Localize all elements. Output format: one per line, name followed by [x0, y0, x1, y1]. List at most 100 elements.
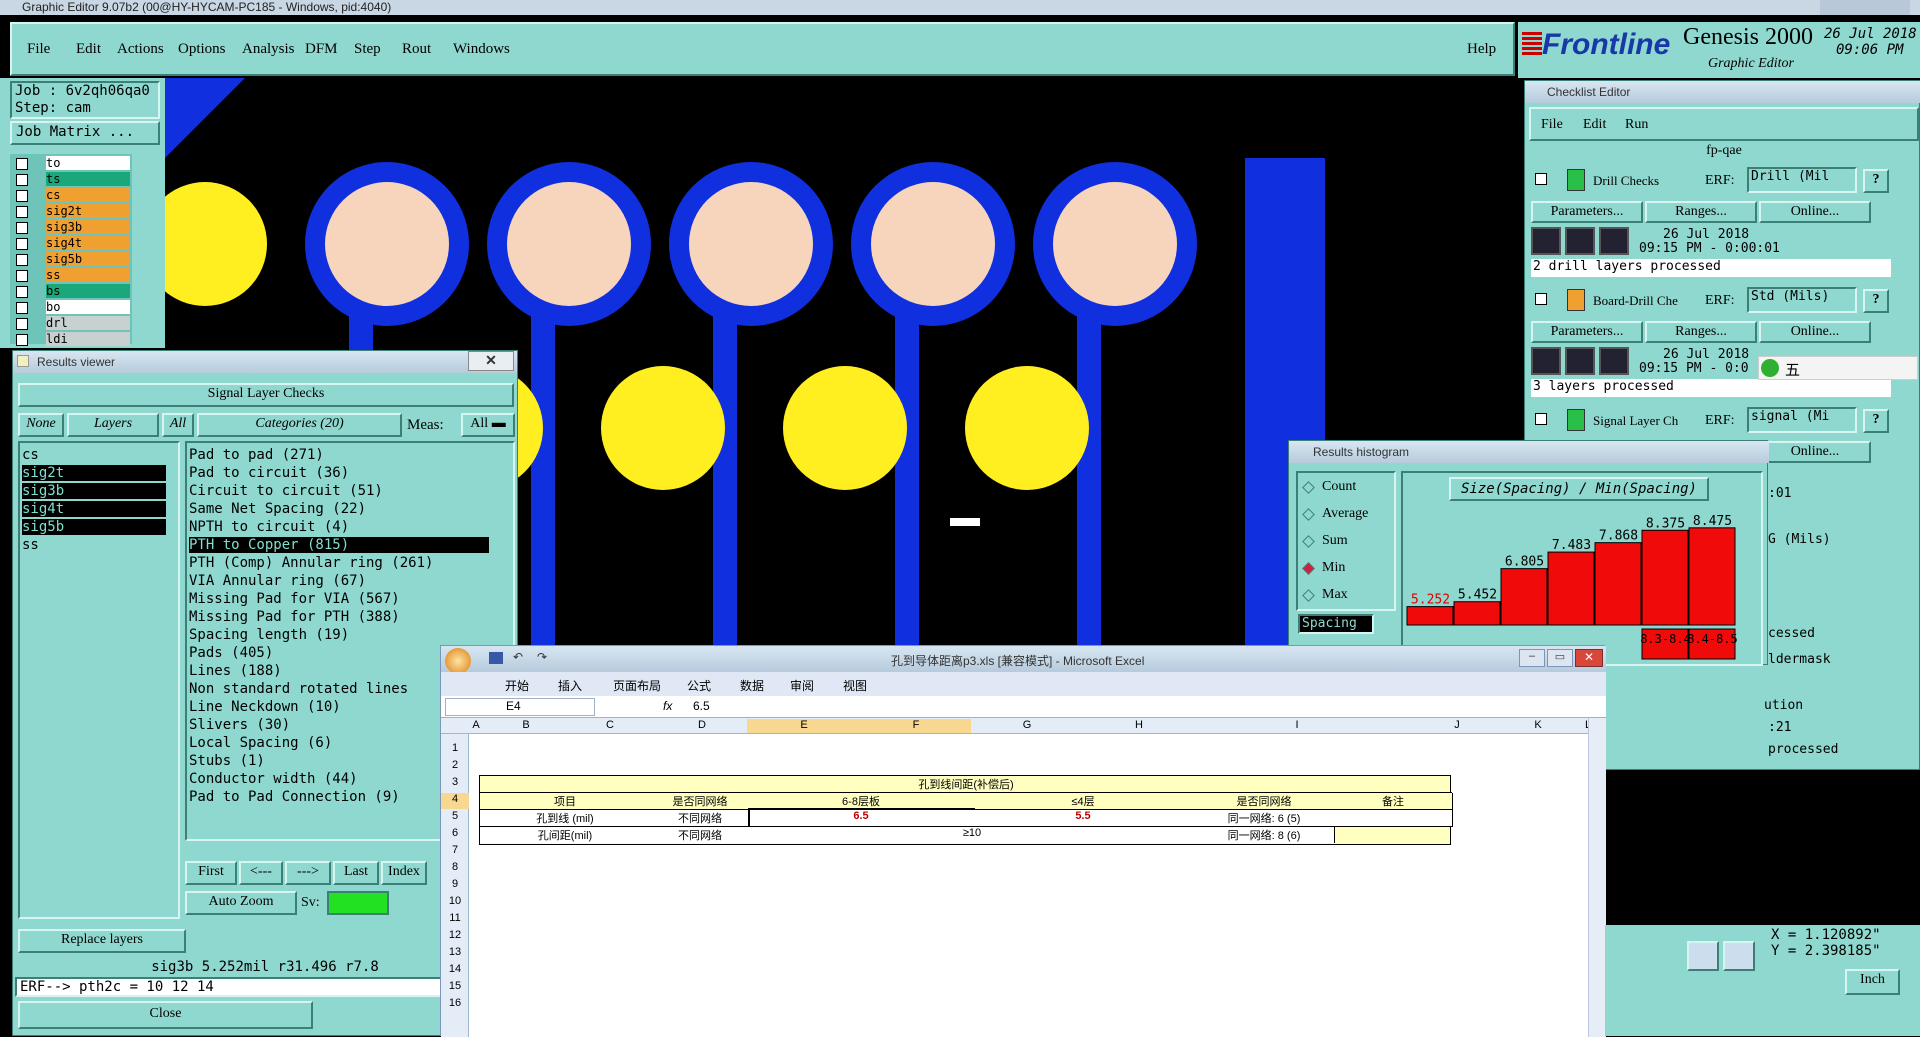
- category-item[interactable]: PTH (Comp) Annular ring (261): [189, 555, 489, 571]
- layer-checkbox[interactable]: [16, 286, 28, 298]
- check-enable-checkbox[interactable]: [1535, 293, 1547, 305]
- redo-icon[interactable]: ↷: [537, 650, 547, 664]
- sv-color-dropdown[interactable]: [327, 891, 389, 915]
- ribbon-tab[interactable]: 公式: [687, 677, 711, 694]
- erf-field[interactable]: signal (Mi: [1747, 407, 1857, 433]
- layer-checkbox[interactable]: [16, 334, 28, 346]
- spacing-select[interactable]: Spacing: [1298, 614, 1374, 634]
- row-header[interactable]: 16: [441, 997, 469, 1013]
- header-cell[interactable]: 是否同网络: [1194, 793, 1335, 810]
- layer-row-sig4t[interactable]: sig4t: [14, 236, 130, 251]
- histogram-bar[interactable]: [1688, 527, 1736, 626]
- units-button[interactable]: Inch: [1845, 969, 1900, 995]
- row-header[interactable]: 6: [441, 827, 469, 843]
- category-item[interactable]: PTH to Copper (815): [189, 537, 489, 553]
- check-enable-checkbox[interactable]: [1535, 173, 1547, 185]
- layer-checkbox[interactable]: [16, 190, 28, 202]
- layer-row-sig5b[interactable]: sig5b: [14, 252, 130, 267]
- layer-row-drl[interactable]: drl: [14, 316, 130, 331]
- header-cell[interactable]: 6-8层板: [750, 793, 973, 810]
- formula-input[interactable]: 6.5: [693, 699, 710, 713]
- ribbon-tab[interactable]: 开始: [505, 677, 529, 694]
- row-header[interactable]: 13: [441, 946, 469, 962]
- online-button[interactable]: Online...: [1759, 201, 1871, 223]
- table-cell[interactable]: 同一网络: 6 (5): [1194, 810, 1335, 827]
- column-header[interactable]: J: [1401, 719, 1513, 733]
- column-header[interactable]: K: [1513, 719, 1563, 733]
- checklist-menu-edit[interactable]: Edit: [1583, 117, 1606, 133]
- category-item[interactable]: Missing Pad for VIA (567): [189, 591, 489, 607]
- menu-edit[interactable]: Edit: [76, 41, 101, 58]
- all-button[interactable]: All: [162, 413, 194, 437]
- layer-row-ss[interactable]: ss: [14, 268, 130, 283]
- menu-file[interactable]: File: [27, 41, 50, 58]
- table-cell[interactable]: 不同网络: [650, 810, 751, 827]
- column-header[interactable]: E: [747, 719, 861, 733]
- ranges-button[interactable]: Ranges...: [1645, 321, 1757, 343]
- online-button[interactable]: Online...: [1759, 441, 1871, 463]
- category-item[interactable]: Spacing length (19): [189, 627, 489, 643]
- next-button[interactable]: --->: [285, 861, 331, 885]
- column-header[interactable]: A: [469, 719, 483, 733]
- category-item[interactable]: Pad to circuit (36): [189, 465, 489, 481]
- layer-row-to[interactable]: to: [14, 156, 130, 171]
- online-button[interactable]: Online...: [1759, 321, 1871, 343]
- table-cell[interactable]: 5.5: [972, 810, 1195, 827]
- column-header[interactable]: H: [1083, 719, 1195, 733]
- category-item[interactable]: VIA Annular ring (67): [189, 573, 489, 589]
- layer-checkbox[interactable]: [16, 270, 28, 282]
- run-icon[interactable]: [1531, 347, 1561, 375]
- row-header[interactable]: 3: [441, 776, 469, 792]
- layer-checkbox[interactable]: [16, 318, 28, 330]
- categories-button[interactable]: Categories (20): [197, 413, 402, 437]
- result-layer-item[interactable]: sig2t: [22, 465, 166, 481]
- result-layer-item[interactable]: sig3b: [22, 483, 166, 499]
- save-icon[interactable]: [489, 652, 503, 664]
- layer-row-ldi[interactable]: ldi: [14, 332, 130, 347]
- category-item[interactable]: Pad to pad (271): [189, 447, 489, 463]
- ime-toolbar[interactable]: 五: [1758, 356, 1918, 380]
- ranges-button[interactable]: Ranges...: [1645, 201, 1757, 223]
- layer-row-bs[interactable]: bs: [14, 284, 130, 299]
- vertical-scrollbar[interactable]: [1588, 718, 1606, 1037]
- undo-icon[interactable]: ↶: [513, 650, 523, 664]
- radio-sum[interactable]: Sum: [1302, 533, 1394, 553]
- radio-max[interactable]: Max: [1302, 587, 1394, 607]
- row-header[interactable]: 15: [441, 980, 469, 996]
- layer-checkbox[interactable]: [16, 174, 28, 186]
- help-button[interactable]: ?: [1863, 289, 1889, 313]
- table-cell[interactable]: 不同网络: [650, 827, 751, 843]
- ribbon-tab[interactable]: 插入: [558, 677, 582, 694]
- header-cell[interactable]: 是否同网络: [650, 793, 751, 810]
- menu-step[interactable]: Step: [354, 41, 381, 58]
- menu-help[interactable]: Help: [1467, 41, 1496, 58]
- menu-windows[interactable]: Windows: [453, 41, 510, 58]
- menu-actions[interactable]: Actions: [117, 41, 164, 58]
- first-button[interactable]: First: [185, 861, 237, 885]
- close-icon[interactable]: ✕: [468, 351, 514, 371]
- layer-row-bo[interactable]: bo: [14, 300, 130, 315]
- auto-zoom-dropdown[interactable]: Auto Zoom: [185, 891, 297, 915]
- minimize-icon[interactable]: –: [1519, 649, 1545, 667]
- table-cell[interactable]: [1334, 810, 1453, 827]
- layer-row-ts[interactable]: ts: [14, 172, 130, 187]
- run-icon[interactable]: [1565, 347, 1595, 375]
- row-header[interactable]: 4: [441, 793, 469, 809]
- header-cell[interactable]: 项目: [480, 793, 651, 810]
- layer-row-sig3b[interactable]: sig3b: [14, 220, 130, 235]
- row-header[interactable]: 1: [441, 742, 469, 758]
- ribbon-tab[interactable]: 视图: [843, 677, 867, 694]
- result-layer-item[interactable]: cs: [22, 447, 166, 463]
- menu-analysis[interactable]: Analysis: [242, 41, 295, 58]
- excel-close-icon[interactable]: ✕: [1575, 649, 1603, 667]
- histogram-bar[interactable]: [1500, 568, 1548, 626]
- row-header[interactable]: 8: [441, 861, 469, 877]
- histogram-bar[interactable]: [1594, 542, 1642, 626]
- zoom-home-icon[interactable]: [1723, 941, 1755, 971]
- prev-button[interactable]: <---: [239, 861, 283, 885]
- ribbon-tab[interactable]: 数据: [740, 677, 764, 694]
- layer-checkbox[interactable]: [16, 206, 28, 218]
- table-cell[interactable]: ≥10: [750, 827, 1195, 843]
- layer-checkbox[interactable]: [16, 254, 28, 266]
- header-cell[interactable]: ≤4层: [972, 793, 1195, 810]
